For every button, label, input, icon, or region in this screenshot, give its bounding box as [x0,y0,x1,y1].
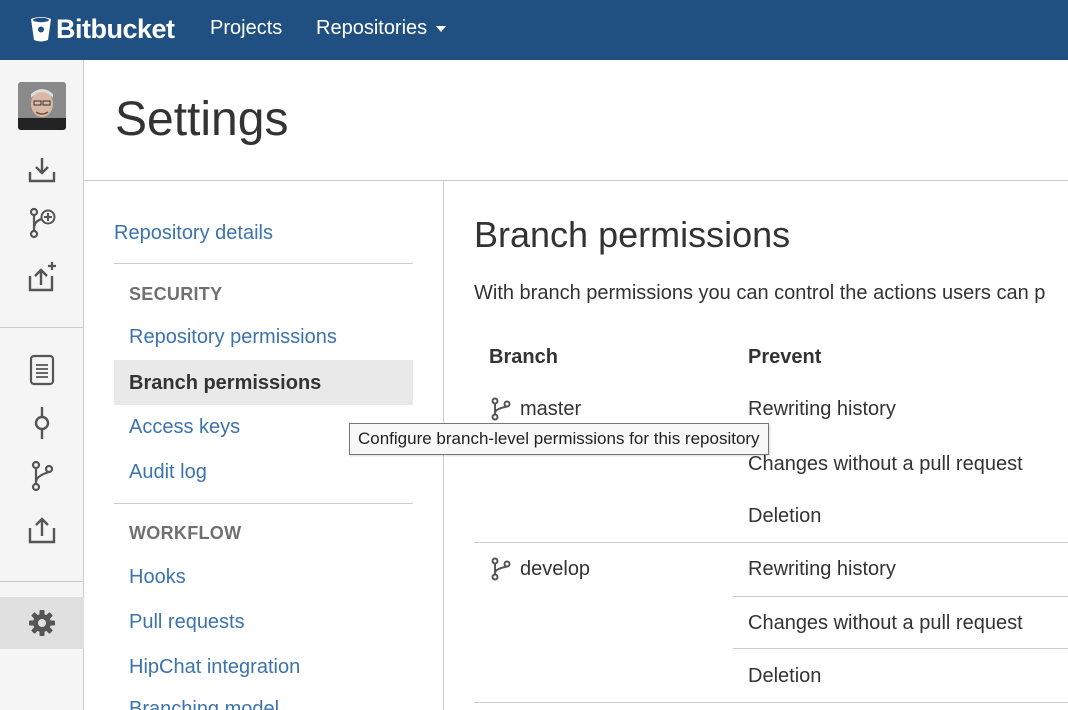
repository-sidebar [0,60,84,710]
create-branch-icon[interactable] [22,203,62,243]
section-description: With branch permissions you can control … [474,282,1046,304]
table-row-divider [474,702,1068,703]
prevent-item: Rewriting history [748,398,896,420]
repository-avatar[interactable] [18,82,66,130]
branch-name: master [520,397,582,420]
settings-nav-divider [114,263,413,264]
sidebar-divider [0,581,84,582]
bitbucket-logo[interactable]: Bitbucket [30,13,175,45]
branch-icon [491,397,511,421]
branch-name: develop [520,557,591,580]
prevent-item: Changes without a pull request [748,453,1023,475]
commits-icon[interactable] [22,403,62,443]
logo-text: Bitbucket [56,13,175,44]
pull-requests-icon[interactable] [22,510,62,550]
table-row-divider [474,542,1068,543]
branches-icon[interactable] [22,456,62,496]
branch-cell-develop[interactable]: develop [490,557,590,581]
settings-nav-audit-log[interactable]: Audit log [129,461,207,484]
nav-repositories-label: Repositories [316,17,428,39]
nav-projects[interactable]: Projects [210,17,282,40]
settings-nav-repository-details[interactable]: Repository details [114,222,273,245]
page-title: Settings [115,93,289,146]
settings-nav-hooks[interactable]: Hooks [129,566,186,589]
bitbucket-logo-icon [31,17,51,42]
tooltip: Configure branch-level permissions for t… [349,423,769,455]
top-navigation-bar: Bitbucket Projects Repositories [0,0,1068,60]
nav-repositories[interactable]: Repositories [316,17,447,40]
column-header-prevent: Prevent [748,346,822,368]
create-pull-request-icon[interactable] [22,257,62,297]
settings-nav-divider [114,503,413,504]
settings-nav-repository-permissions[interactable]: Repository permissions [129,326,337,349]
prevent-item: Deletion [748,665,822,687]
branch-icon [491,557,511,581]
column-header-branch: Branch [489,346,558,368]
source-icon[interactable] [22,350,62,390]
settings-nav-access-keys[interactable]: Access keys [129,416,240,439]
settings-nav-branch-permissions-label: Branch permissions [129,372,322,394]
section-title: Branch permissions [474,214,791,255]
settings-icon[interactable] [22,603,62,643]
avatar-image [18,82,66,130]
prevent-divider [733,648,1068,649]
prevent-item: Changes without a pull request [748,612,1023,634]
settings-nav-heading-workflow: WORKFLOW [129,523,242,543]
prevent-item: Deletion [748,505,822,527]
clone-icon[interactable] [22,150,62,190]
branch-cell-master[interactable]: master [490,397,581,421]
sidebar-divider [0,327,84,328]
prevent-item: Rewriting history [748,558,896,580]
settings-nav-heading-security: SECURITY [129,284,223,304]
prevent-divider [733,596,1068,597]
settings-nav-branching-model[interactable]: Branching model [129,698,279,710]
settings-nav-hipchat-integration[interactable]: HipChat integration [129,656,300,679]
settings-nav-pull-requests[interactable]: Pull requests [129,611,245,634]
chevron-down-icon [436,25,447,32]
